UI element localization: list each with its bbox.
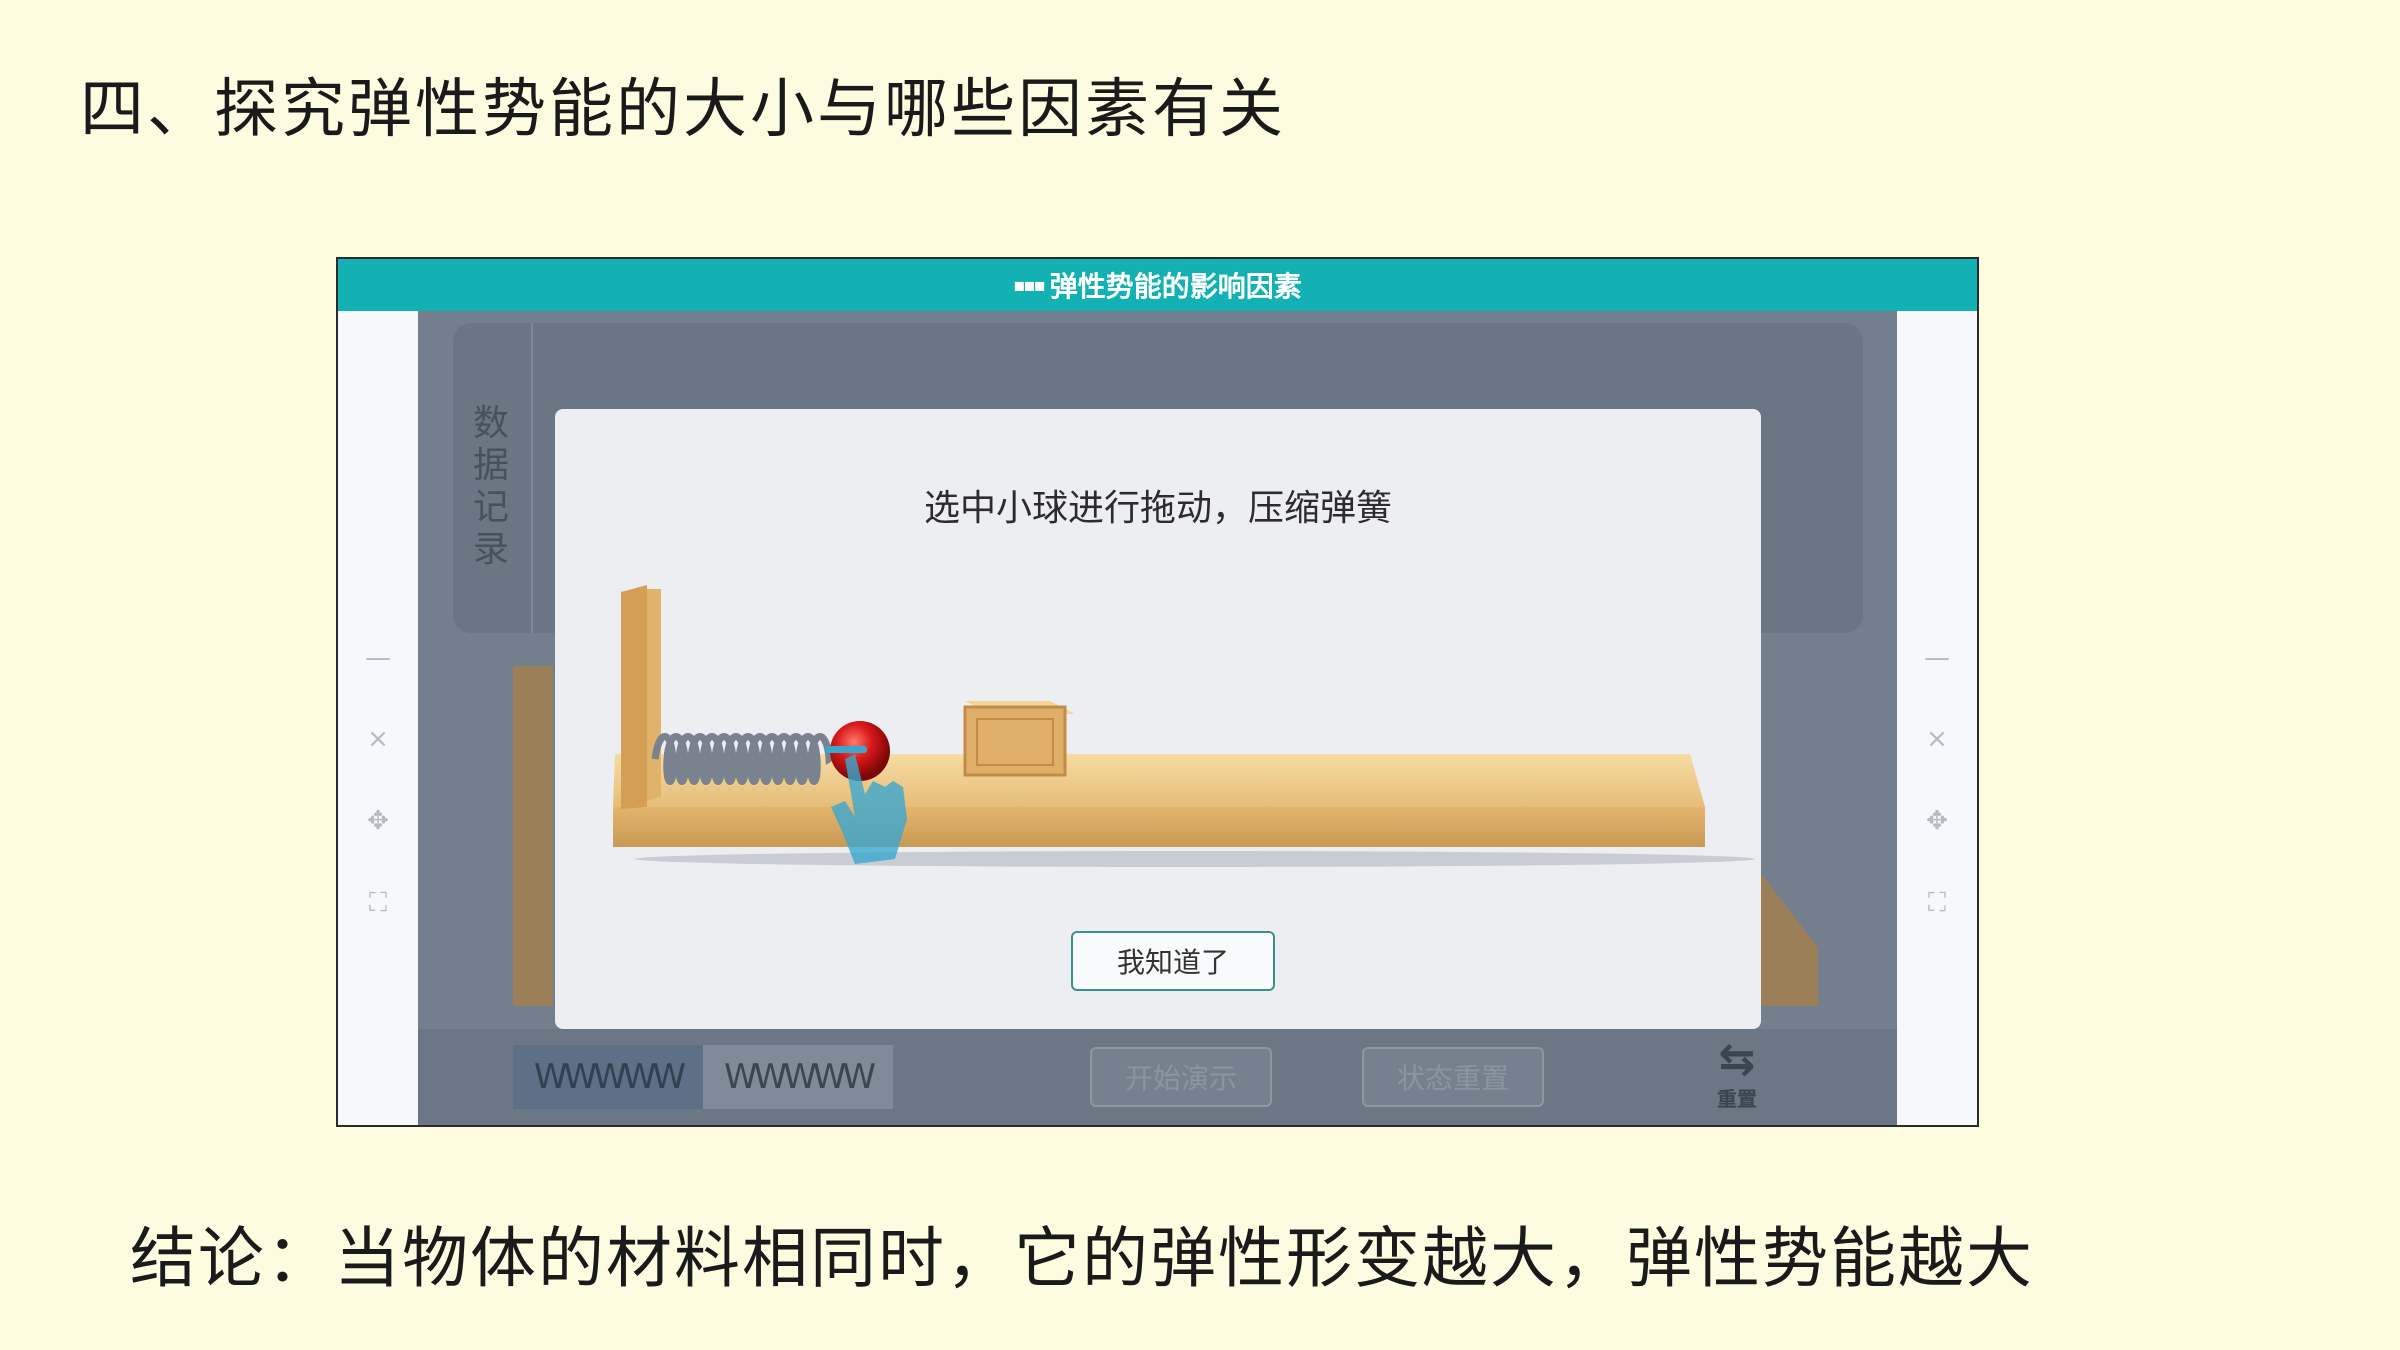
- instruction-modal: 选中小球进行拖动，压缩弹簧 我知道了: [555, 409, 1761, 1029]
- app-title: 弹性势能的影响因素: [1049, 270, 1302, 303]
- app-logo-icon: ▪▪▪: [1013, 274, 1046, 296]
- reset-button[interactable]: ⇆ 重置: [1697, 1037, 1777, 1112]
- minimize-icon[interactable]: —: [1897, 638, 1977, 678]
- got-it-button[interactable]: 我知道了: [1071, 931, 1275, 991]
- spring-tab-stiff[interactable]: WWWWW: [703, 1045, 893, 1109]
- spring-tab-soft[interactable]: WWWWW: [513, 1045, 703, 1109]
- move-icon[interactable]: ✥: [338, 801, 418, 841]
- slide-title: 四、探究弹性势能的大小与哪些因素有关: [80, 73, 1286, 147]
- reset-icon: ⇆: [1718, 1034, 1756, 1085]
- left-side-panel: — × ✥ ⛶: [338, 311, 418, 1125]
- wooden-wall-face: [621, 585, 647, 809]
- data-record-tab[interactable]: 数据记录: [453, 323, 533, 633]
- right-side-panel: — × ✥ ⛶: [1897, 311, 1977, 1125]
- minimize-icon[interactable]: —: [338, 638, 418, 678]
- fullscreen-icon[interactable]: ⛶: [338, 883, 418, 923]
- reset-label: 重置: [1717, 1087, 1757, 1111]
- app-titlebar: ▪▪▪ 弹性势能的影响因素: [338, 259, 1977, 311]
- close-icon[interactable]: ×: [1897, 719, 1977, 759]
- move-icon[interactable]: ✥: [1897, 801, 1977, 841]
- close-icon[interactable]: ×: [338, 719, 418, 759]
- background-wall: [513, 666, 553, 1006]
- conclusion-text: 结论：当物体的材料相同时，它的弹性形变越大，弹性势能越大: [130, 1220, 2034, 1297]
- data-record-label: 数据记录: [472, 403, 509, 570]
- bottom-toolbar: WWWWW WWWWW 开始演示 状态重置 ⇆ 重置: [418, 1029, 1897, 1125]
- start-demo-button[interactable]: 开始演示: [1090, 1047, 1272, 1107]
- state-reset-button[interactable]: 状态重置: [1362, 1047, 1544, 1107]
- fullscreen-icon[interactable]: ⛶: [1897, 883, 1977, 923]
- board-shadow: [635, 851, 1755, 867]
- spring-selector: WWWWW WWWWW: [513, 1045, 893, 1109]
- wooden-board-front: [613, 807, 1705, 847]
- drag-pointer-line: [825, 746, 867, 753]
- spring: [651, 733, 845, 785]
